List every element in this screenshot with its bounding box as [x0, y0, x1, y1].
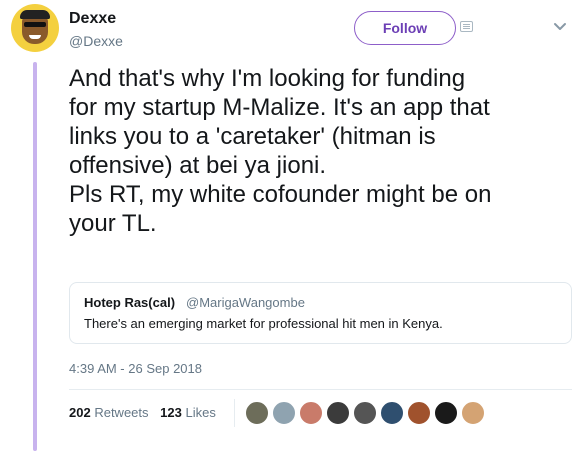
liker-avatar-icon[interactable] — [407, 401, 431, 425]
quoted-tweet[interactable]: Hotep Ras(cal) @MarigaWangombe There's a… — [69, 282, 572, 344]
liker-avatar-icon[interactable] — [380, 401, 404, 425]
retweets-label: Retweets — [94, 405, 149, 420]
thread-line — [33, 62, 37, 451]
author-avatar[interactable] — [11, 4, 59, 52]
liker-avatar-icon[interactable] — [434, 401, 458, 425]
quoted-handle: @MarigaWangombe — [186, 295, 305, 310]
stats-divider — [69, 389, 572, 390]
author-display-name[interactable]: Dexxe — [69, 10, 116, 28]
account-notifications-icon[interactable] — [460, 21, 473, 32]
tweet-text: And that's why I'm looking for funding f… — [69, 65, 492, 237]
follow-button[interactable]: Follow — [354, 11, 456, 45]
chevron-down-icon[interactable] — [553, 22, 567, 32]
liker-avatar-icon[interactable] — [461, 401, 485, 425]
author-handle[interactable]: @Dexxe — [69, 33, 123, 49]
likes-stat[interactable]: 123 Likes — [160, 405, 216, 420]
liker-avatar-icon[interactable] — [326, 401, 350, 425]
retweets-count: 202 — [69, 405, 91, 420]
retweets-stat[interactable]: 202 Retweets — [69, 405, 149, 420]
liker-avatar-icon[interactable] — [353, 401, 377, 425]
tweet-timestamp[interactable]: 4:39 AM - 26 Sep 2018 — [69, 361, 202, 376]
stats-separator — [234, 399, 235, 427]
liker-avatar-icon[interactable] — [245, 401, 269, 425]
liker-avatar-icon[interactable] — [299, 401, 323, 425]
likes-label: Likes — [185, 405, 216, 420]
avatar-cap — [20, 10, 50, 19]
quoted-display-name: Hotep Ras(cal) — [84, 295, 176, 310]
quoted-text: There's an emerging market for professio… — [84, 316, 443, 331]
tweet-stats: 202 Retweets 123 Likes — [69, 405, 224, 420]
liker-avatar-icon[interactable] — [272, 401, 296, 425]
likes-count: 123 — [160, 405, 182, 420]
avatar-glasses — [24, 22, 46, 27]
